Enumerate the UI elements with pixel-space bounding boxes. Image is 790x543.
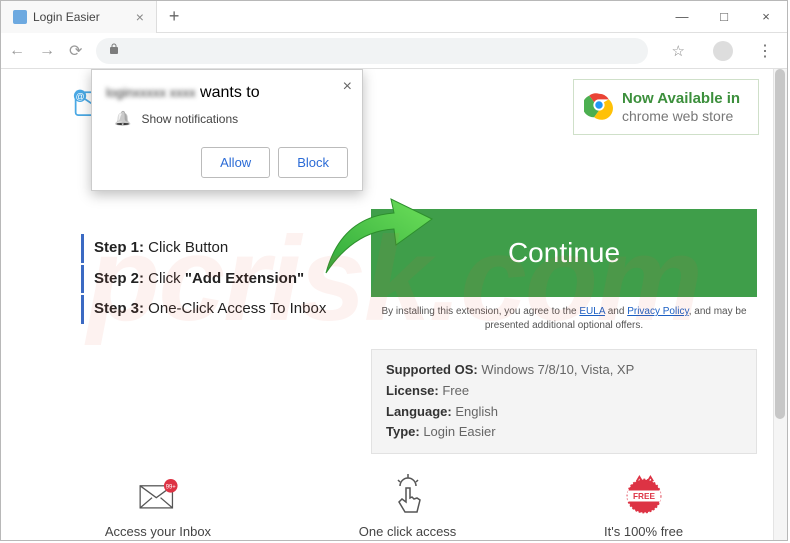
profile-avatar-icon[interactable] [713,41,733,61]
reload-button[interactable]: ⟳ [69,41,82,61]
feature-oneclick: One click access [359,474,457,539]
forward-button[interactable]: → [39,42,55,60]
feature-2-label: One click access [359,524,457,539]
feature-3-label: It's 100% free [604,524,683,539]
svg-text:FREE: FREE [633,492,656,501]
envelope-icon: 99+ [105,474,211,518]
popup-wants-text: wants to [196,84,260,101]
bell-icon: 🔔 [114,110,131,127]
features-row: 99+ Access your Inbox One click access F… [1,454,787,540]
webstore-line1: Now Available in [622,90,740,108]
feature-free: FREE It's 100% free [604,474,683,539]
webstore-line2: chrome web store [622,108,740,125]
eula-link[interactable]: EULA [579,306,605,317]
tab-title: Login Easier [33,10,100,24]
addressbar: ← → ⟳ ☆ ⋮ [1,33,787,69]
allow-button[interactable]: Allow [201,147,270,178]
titlebar: Login Easier × + — □ × [1,1,787,33]
lock-icon [108,43,120,58]
minimize-button[interactable]: — [661,1,703,33]
page-content: pcrisk.com @ × loginxxxxx xxxx wants to … [1,69,787,540]
notification-permission-popup: × loginxxxxx xxxx wants to 🔔 Show notifi… [91,69,363,191]
tap-icon [359,474,457,518]
feature-inbox: 99+ Access your Inbox [105,474,211,539]
popup-close-icon[interactable]: × [343,78,352,96]
back-button[interactable]: ← [9,42,25,60]
bookmark-star-icon[interactable]: ☆ [672,42,685,60]
window-close-button[interactable]: × [745,1,787,33]
permission-label: Show notifications [141,112,238,126]
svg-text:@: @ [76,91,85,101]
disclaimer-text: By installing this extension, you agree … [371,305,757,333]
new-tab-button[interactable]: + [157,6,192,27]
feature-1-label: Access your Inbox [105,524,211,539]
tab-close-icon[interactable]: × [136,9,144,25]
browser-tab[interactable]: Login Easier × [1,1,157,33]
block-button[interactable]: Block [278,147,348,178]
chrome-icon [584,90,614,125]
tab-favicon-icon [13,10,27,24]
green-arrow-icon [316,187,436,282]
url-input[interactable] [96,38,647,64]
info-box: Supported OS: Windows 7/8/10, Vista, XP … [371,349,757,454]
popup-origin-text: loginxxxxx xxxx [106,85,196,100]
maximize-button[interactable]: □ [703,1,745,33]
webstore-badge[interactable]: Now Available in chrome web store [573,79,759,135]
free-badge-icon: FREE [604,474,683,518]
privacy-policy-link[interactable]: Privacy Policy [627,306,689,317]
step-3: Step 3: One-Click Access To Inbox [81,295,361,324]
menu-button[interactable]: ⋮ [751,41,779,61]
svg-text:99+: 99+ [166,485,177,491]
